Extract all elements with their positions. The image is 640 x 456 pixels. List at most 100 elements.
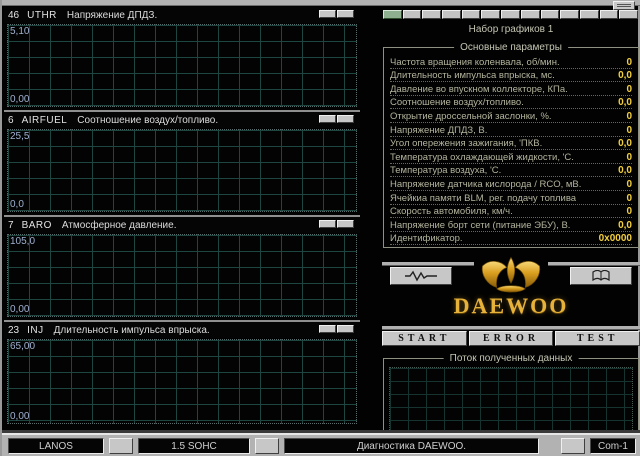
y-axis-max-label: 25,5 xyxy=(10,131,30,142)
brand-wordmark: DAEWOO xyxy=(453,293,569,319)
chart-scale-button-2[interactable] xyxy=(337,325,354,333)
param-row: Ячейкиа памяти BLM, рег. подачу топлива … xyxy=(390,191,632,205)
y-axis-max-label: 65,00 xyxy=(10,341,36,352)
chart-number: 23 xyxy=(8,324,20,336)
param-row: Угол опережения зажигания, 'ПКВ. 0,0 xyxy=(390,137,632,151)
toolbar-divider xyxy=(382,326,640,331)
param-value: 0 xyxy=(626,192,632,204)
chart-panel-inj: 23 INJ Длительность импульса впрыска. 65… xyxy=(4,322,360,427)
chart-number: 7 xyxy=(8,219,14,231)
param-label: Давление во впускном коллекторе, КПа. xyxy=(390,83,568,95)
y-axis-min-label: 0,00 xyxy=(10,411,30,422)
graph-set-tab-8[interactable] xyxy=(520,10,540,19)
waveform-icon xyxy=(405,270,437,282)
param-value: 0x0000 xyxy=(598,233,632,245)
y-axis-min-label: 0,00 xyxy=(10,94,30,105)
graph-set-tab-9[interactable] xyxy=(540,10,560,19)
status-mode-title: Диагностика DAEWOO. xyxy=(284,437,539,454)
param-value: 0 xyxy=(626,124,632,136)
param-row: Давление во впускном коллекторе, КПа. 0 xyxy=(390,82,632,96)
chart-header-buttons xyxy=(318,220,354,228)
chart-scale-button-2[interactable] xyxy=(337,10,354,18)
chart-header: 7 BARO Атмосферное давление. xyxy=(4,217,360,233)
brand-area: DAEWOO xyxy=(382,256,640,322)
chart-code: BARO xyxy=(21,219,52,231)
status-com-port: Com-1 xyxy=(590,437,636,454)
engine-select-button[interactable] xyxy=(255,437,279,454)
error-button[interactable]: ERROR xyxy=(468,331,554,347)
graph-set-tab-11[interactable] xyxy=(579,10,599,19)
param-label: Температура охлаждающей жидкости, 'С. xyxy=(390,151,574,163)
param-value: 0 xyxy=(626,56,632,68)
param-row: Длительность импульса впрыска, мс. 0,0 xyxy=(390,69,632,83)
chart-scale-button-1[interactable] xyxy=(319,220,336,228)
graph-set-tab-6[interactable] xyxy=(481,10,501,19)
chart-plot-area: 65,00 0,00 xyxy=(7,339,357,424)
graph-set-tab-7[interactable] xyxy=(501,10,520,19)
param-value: 0 xyxy=(626,110,632,122)
chart-scale-button-1[interactable] xyxy=(319,325,336,333)
param-label: Напряжение датчика кислорода / RCO, мВ. xyxy=(390,178,582,190)
graph-set-tab-13[interactable] xyxy=(619,10,638,19)
param-value: 0 xyxy=(626,206,632,218)
y-axis-min-label: 0,00 xyxy=(10,304,30,315)
param-row: Температура воздуха, 'С. 0,0 xyxy=(390,164,632,178)
graph-set-title: Набор графиков 1 xyxy=(468,24,554,35)
chart-header: 23 INJ Длительность импульса впрыска. xyxy=(4,322,360,338)
param-label: Длительность импульса впрыска, мс. xyxy=(390,70,555,82)
window-top-strip xyxy=(2,0,640,6)
data-stream-title: Поток полученных данных xyxy=(443,353,579,365)
control-panel: Набор графиков 1 Основные параметры Част… xyxy=(382,8,640,447)
chart-header-buttons xyxy=(318,10,354,18)
chart-title: Напряжение ДПДЗ. xyxy=(66,9,158,21)
chart-scale-button-1[interactable] xyxy=(319,115,336,123)
test-button[interactable]: TEST xyxy=(555,331,640,347)
chart-scale-button-2[interactable] xyxy=(337,115,354,123)
graph-set-tab-2[interactable] xyxy=(402,10,422,19)
graph-set-tab-10[interactable] xyxy=(560,10,579,19)
chart-header: 6 AIRFUEL Соотношение воздух/топливо. xyxy=(4,112,360,128)
graph-set-box: Набор графиков 1 xyxy=(383,22,639,37)
chart-panel-baro: 7 BARO Атмосферное давление. 105,0 0,00 xyxy=(4,217,360,322)
com-port-button[interactable] xyxy=(561,437,585,454)
chart-header-buttons xyxy=(318,325,354,333)
graph-set-tab-5[interactable] xyxy=(461,10,481,19)
start-button[interactable]: START xyxy=(382,331,467,347)
model-select-button[interactable] xyxy=(109,437,133,454)
chart-plot-area: 25,5 0,0 xyxy=(7,129,357,212)
param-row: Напряжение датчика кислорода / RCO, мВ. … xyxy=(390,177,632,191)
param-value: 0 xyxy=(626,151,632,163)
status-model: LANOS xyxy=(8,437,104,454)
manual-button[interactable] xyxy=(570,267,632,286)
param-label: Соотношение воздух/топливо. xyxy=(390,97,524,109)
chart-scale-button-1[interactable] xyxy=(319,10,336,18)
graph-set-tab-12[interactable] xyxy=(599,10,619,19)
graph-set-tab-3[interactable] xyxy=(422,10,442,19)
chart-title: Длительность импульса впрыска. xyxy=(53,324,210,336)
param-label: Идентификатор. xyxy=(390,233,463,245)
chart-header: 46 UTHR Напряжение ДПДЗ. xyxy=(4,7,360,23)
status-engine: 1.5 SOHC xyxy=(138,437,250,454)
param-value: 0,0 xyxy=(618,97,632,109)
chart-scale-button-2[interactable] xyxy=(337,220,354,228)
param-label: Открытие дроссельной заслонки, %. xyxy=(390,110,552,122)
graph-set-tab-1[interactable] xyxy=(383,10,402,19)
y-axis-max-label: 105,0 xyxy=(10,236,36,247)
param-value: 0 xyxy=(626,178,632,190)
param-row: Напряжение ДПДЗ, В. 0 xyxy=(390,123,632,137)
minimize-icon xyxy=(617,4,631,7)
chart-number: 46 xyxy=(8,9,20,21)
chart-panel-airfuel: 6 AIRFUEL Соотношение воздух/топливо. 25… xyxy=(4,112,360,217)
y-axis-max-label: 5,10 xyxy=(10,26,30,37)
param-row: Соотношение воздух/топливо. 0,0 xyxy=(390,96,632,110)
daewoo-scanner-window: 46 UTHR Напряжение ДПДЗ. 5,10 0,00 6 AIR… xyxy=(0,0,640,456)
param-value: 0,0 xyxy=(618,219,632,231)
chart-code: INJ xyxy=(27,324,44,336)
y-axis-min-label: 0,0 xyxy=(10,199,24,210)
status-bar: LANOS 1.5 SOHC Диагностика DAEWOO. Com-1 xyxy=(2,433,640,456)
graph-set-tab-4[interactable] xyxy=(442,10,461,19)
param-label: Скорость автомобиля, км/ч. xyxy=(390,206,513,218)
data-stream-plot xyxy=(389,367,633,441)
graph-set-tabs xyxy=(383,10,639,19)
param-value: 0,0 xyxy=(618,165,632,177)
